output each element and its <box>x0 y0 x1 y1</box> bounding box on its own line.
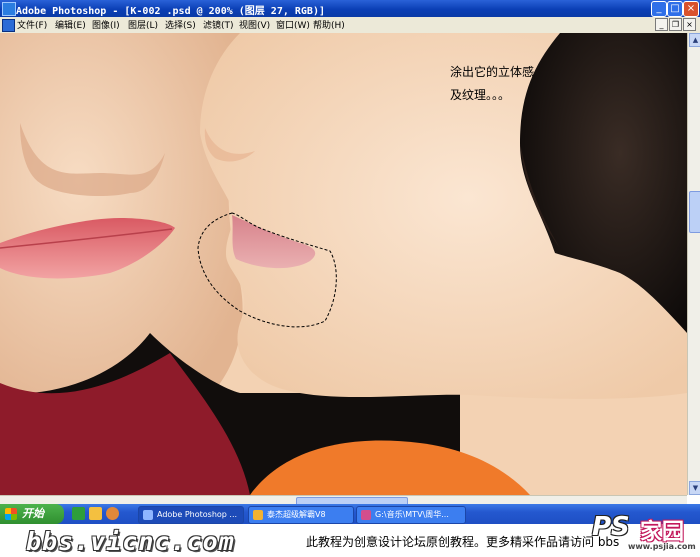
quicklaunch-app-icon[interactable] <box>72 507 85 520</box>
annotation-text-line1: 涂出它的立体感 <box>450 65 535 79</box>
maximize-window-button[interactable]: □ <box>667 1 683 17</box>
logo-url: www.psjia.com <box>628 542 696 551</box>
photoshop-app-icon <box>2 2 16 16</box>
close-window-button[interactable]: × <box>683 1 699 17</box>
footer-banner: bbs.vicnc.com 此教程为创意设计论坛原创教程。更多精采作品请访问 b… <box>0 512 700 557</box>
menu-window[interactable]: 窗口(W) <box>276 18 310 31</box>
start-button[interactable]: 开始 <box>0 504 64 524</box>
vertical-scroll-thumb[interactable] <box>689 191 700 233</box>
scroll-up-icon[interactable]: ▲ <box>689 33 700 47</box>
task-music-folder[interactable]: G:\音乐\MTV\周华... <box>356 506 466 524</box>
quicklaunch-player-icon[interactable] <box>106 507 119 520</box>
start-label: 开始 <box>22 507 44 520</box>
artwork <box>0 33 687 495</box>
windows-logo-icon <box>5 508 17 520</box>
title-bar: Adobe Photoshop - [K-002 .psd @ 200% (图层… <box>0 0 700 17</box>
doc-restore-button[interactable]: ❐ <box>669 18 682 31</box>
menu-file[interactable]: 文件(F) <box>17 18 47 31</box>
menu-edit[interactable]: 编辑(E) <box>55 18 86 31</box>
menu-view[interactable]: 视图(V) <box>239 18 270 31</box>
photoshop-task-icon <box>143 510 153 520</box>
task-photoshop[interactable]: Adobe Photoshop ... <box>138 506 244 524</box>
psjia-logo: PS 家园 www.psjia.com <box>592 512 698 556</box>
logo-ps: PS <box>592 512 630 542</box>
task-label: 泰杰超级解霸V8 <box>267 510 326 519</box>
menu-filter[interactable]: 滤镜(T) <box>203 18 234 31</box>
scroll-down-icon[interactable]: ▼ <box>689 481 700 495</box>
vertical-scrollbar[interactable]: ▲ ▼ <box>687 33 700 495</box>
player-task-icon <box>253 510 263 520</box>
site-watermark: bbs.vicnc.com <box>26 527 235 556</box>
task-player[interactable]: 泰杰超级解霸V8 <box>248 506 354 524</box>
minimize-window-button[interactable]: _ <box>651 1 667 17</box>
doc-minimize-button[interactable]: _ <box>655 18 668 31</box>
menu-bar: 文件(F) 编辑(E) 图像(I) 图层(L) 选择(S) 滤镜(T) 视图(V… <box>0 17 700 34</box>
menu-image[interactable]: 图像(I) <box>92 18 120 31</box>
task-label: Adobe Photoshop ... <box>157 510 238 519</box>
document-icon <box>2 19 15 32</box>
quicklaunch-media-icon[interactable] <box>89 507 102 520</box>
document-canvas[interactable]: 涂出它的立体感 及纹理。。。 <box>0 33 687 495</box>
task-label: G:\音乐\MTV\周华... <box>375 510 449 519</box>
doc-close-button[interactable]: × <box>683 18 696 31</box>
menu-layer[interactable]: 图层(L) <box>128 18 158 31</box>
footer-caption: 此教程为创意设计论坛原创教程。更多精采作品请访问 bbs <box>306 535 620 549</box>
media-task-icon <box>361 510 371 520</box>
menu-help[interactable]: 帮助(H) <box>313 18 345 31</box>
window-title: Adobe Photoshop - [K-002 .psd @ 200% (图层… <box>16 6 325 17</box>
annotation-text-line2: 及纹理。。。 <box>450 88 511 102</box>
menu-select[interactable]: 选择(S) <box>165 18 196 31</box>
